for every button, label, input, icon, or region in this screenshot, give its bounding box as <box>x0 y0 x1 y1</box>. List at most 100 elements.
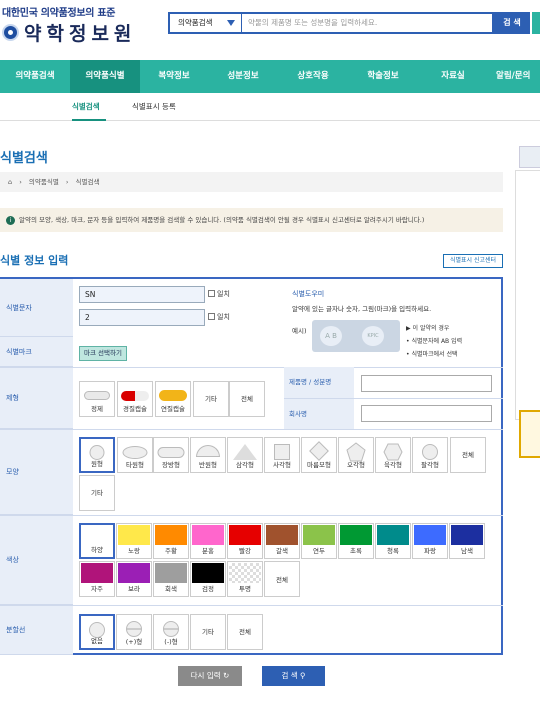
color-option-label: 검정 <box>202 585 214 593</box>
color-option-label: 노랑 <box>128 547 140 555</box>
color-swatch <box>229 525 261 545</box>
line-option-other[interactable]: 기타 <box>190 614 226 650</box>
form-option-all[interactable]: 전체 <box>229 381 265 417</box>
nav-item-academic-info[interactable]: 학술정보 <box>348 60 418 93</box>
reset-button[interactable]: 다시 입력 ↻ <box>178 666 242 686</box>
line-option-none[interactable]: 없음 <box>79 614 115 650</box>
shape-option-pentagon[interactable]: 오각형 <box>338 437 374 473</box>
color-option[interactable]: 회색 <box>153 561 189 597</box>
mark-label: 식별마크 <box>0 337 73 367</box>
color-swatch <box>118 525 150 545</box>
color-option[interactable]: 노랑 <box>116 523 152 559</box>
breadcrumb-item[interactable]: 의약품식별 <box>29 178 59 186</box>
company-name-input[interactable] <box>361 405 492 422</box>
mark-text-input-2[interactable]: 2 <box>79 309 205 326</box>
color-option[interactable]: 초록 <box>338 523 374 559</box>
color-option[interactable]: 보라 <box>116 561 152 597</box>
line-option-plus[interactable]: (+)형 <box>116 614 152 650</box>
shape-option-oval[interactable]: 타원형 <box>117 437 153 473</box>
search-input[interactable]: 약물의 제품명 또는 성분명을 입력하세요. <box>248 14 488 32</box>
color-swatch <box>118 563 150 583</box>
color-option[interactable]: 빨강 <box>227 523 263 559</box>
home-icon[interactable]: ⌂ <box>8 178 12 186</box>
triangle-shape-icon <box>233 444 257 460</box>
nav-item-medication-info[interactable]: 복약정보 <box>140 60 208 93</box>
search-category-label: 의약품검색 <box>178 18 213 27</box>
brand-name[interactable]: 약학정보원 <box>24 19 136 46</box>
color-option[interactable]: 청록 <box>375 523 411 559</box>
form-option-soft-capsule[interactable]: 연질캡슐 <box>155 381 191 417</box>
color-swatch <box>414 525 446 545</box>
shape-option-hexagon[interactable]: 육각형 <box>375 437 411 473</box>
shape-option-all[interactable]: 전체 <box>450 437 486 473</box>
color-swatch <box>192 525 224 545</box>
form-option-label: 정제 <box>91 405 103 413</box>
color-option-label: 갈색 <box>276 547 288 555</box>
form-option-label: 연질캡슐 <box>161 405 185 413</box>
section-title: 식별 정보 입력 <box>0 254 69 267</box>
exact-match-checkbox-2[interactable] <box>208 313 215 320</box>
shape-option-label: 마름모형 <box>307 461 331 469</box>
minus-line-icon <box>163 621 179 637</box>
company-name-label: 회사명 <box>284 399 354 429</box>
color-option[interactable]: 분홍 <box>190 523 226 559</box>
shape-option-label: 타원형 <box>126 461 144 469</box>
shape-option-semicircle[interactable]: 반원형 <box>190 437 226 473</box>
help-bullet: ▶ 이 알약의 경우 <box>406 325 450 332</box>
color-option[interactable]: 갈색 <box>264 523 300 559</box>
shape-option-label: 삼각형 <box>236 461 254 469</box>
nav-item-notice[interactable]: 알림/문의 <box>488 60 540 93</box>
line-option-all[interactable]: 전체 <box>227 614 263 650</box>
subnav-item-identification-search[interactable]: 식별검색 <box>72 93 106 121</box>
notice-text: 알약의 모양, 색상, 마크, 문자 등을 입력하여 제품명을 검색할 수 있습… <box>19 216 425 224</box>
form-option-tablet[interactable]: 정제 <box>79 381 115 417</box>
color-option[interactable]: 하양 <box>79 523 115 559</box>
shape-option-round[interactable]: 원형 <box>79 437 115 473</box>
shape-option-label: 팔각형 <box>421 461 439 469</box>
color-option[interactable]: 전체 <box>264 561 300 597</box>
search-button[interactable]: 검 색 <box>494 12 530 34</box>
form-option-hard-capsule[interactable]: 경질캡슐 <box>117 381 153 417</box>
color-option[interactable]: 검정 <box>190 561 226 597</box>
product-name-input[interactable] <box>361 375 492 392</box>
color-option[interactable]: 남색 <box>449 523 485 559</box>
subnav-item-mark-registration[interactable]: 식별표시 등록 <box>132 93 184 121</box>
mark-text-label: 식별문자 <box>0 279 73 337</box>
color-option-label: 투명 <box>239 585 251 593</box>
breadcrumb-item: 식별검색 <box>75 178 100 186</box>
shape-option-oblong[interactable]: 장방형 <box>153 437 189 473</box>
exact-match-checkbox-1[interactable] <box>208 290 215 297</box>
line-option-minus[interactable]: (-)형 <box>153 614 189 650</box>
color-option[interactable]: 연두 <box>301 523 337 559</box>
shape-option-octagon[interactable]: 팔각형 <box>412 437 448 473</box>
nav-item-ingredient-info[interactable]: 성분정보 <box>208 60 278 93</box>
top-right-tab[interactable] <box>532 12 540 34</box>
search-category-select[interactable]: 의약품검색 <box>170 14 242 32</box>
shape-option-other[interactable]: 기타 <box>79 475 115 511</box>
mark-select-button[interactable]: 마크 선택하기 <box>79 346 127 361</box>
nav-item-drug-search[interactable]: 의약품검색 <box>0 60 70 93</box>
shape-option-diamond[interactable]: 마름모형 <box>301 437 337 473</box>
nav-item-interactions[interactable]: 상호작용 <box>278 60 348 93</box>
color-option[interactable]: 자주 <box>79 561 115 597</box>
color-option[interactable]: 파랑 <box>412 523 448 559</box>
notice-banner: i 알약의 모양, 색상, 마크, 문자 등을 입력하여 제품명을 검색할 수 있… <box>0 208 503 232</box>
form-option-other[interactable]: 기타 <box>193 381 229 417</box>
print-icon[interactable] <box>519 146 540 168</box>
logo-icon[interactable] <box>2 24 19 41</box>
quick-menu[interactable] <box>519 410 540 458</box>
shape-option-label: 반원형 <box>199 461 217 469</box>
nav-item-resources[interactable]: 자료실 <box>418 60 488 93</box>
shape-option-label: 오각형 <box>347 461 365 469</box>
color-option-label: 보라 <box>128 585 140 593</box>
mark-text-input-1[interactable]: SN <box>79 286 205 303</box>
shape-option-square[interactable]: 사각형 <box>264 437 300 473</box>
submit-search-button[interactable]: 검 색 ⚲ <box>262 666 325 686</box>
nav-item-drug-identification[interactable]: 의약품식별 <box>70 60 140 93</box>
report-center-button[interactable]: 식별표시 신고센터 <box>443 254 503 268</box>
color-swatch <box>303 525 335 545</box>
shape-option-triangle[interactable]: 삼각형 <box>227 437 263 473</box>
oval-shape-icon <box>122 446 148 459</box>
color-option[interactable]: 투명 <box>227 561 263 597</box>
color-option[interactable]: 주황 <box>153 523 189 559</box>
